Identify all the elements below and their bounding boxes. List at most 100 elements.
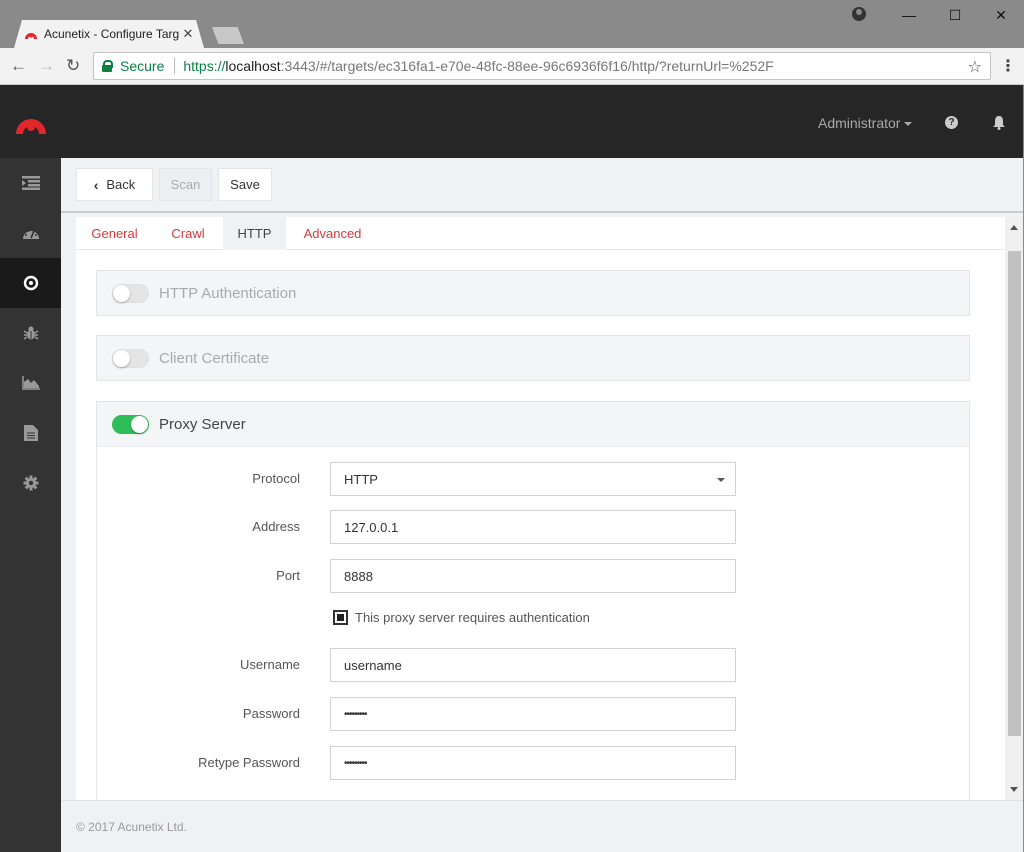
http-authentication-toggle[interactable] [112,283,149,303]
document-icon [23,425,38,441]
requires-auth-checkbox[interactable] [333,610,348,625]
browser-menu-icon[interactable]: ⋮ [1000,56,1016,76]
tab-crawl[interactable]: Crawl [153,217,223,250]
scroll-up-arrow-icon[interactable] [1010,225,1018,230]
url-path: :3443/#/targets/ec316fa1-e70e-48fc-88ee-… [280,58,774,74]
address-row: Address 127.0.0.1 [97,510,971,544]
gear-icon [23,475,38,491]
tab-close-icon[interactable]: ✕ [180,26,196,42]
bookmark-star-icon[interactable]: ☆ [968,57,982,77]
save-button[interactable]: Save [218,168,272,201]
browser-tab[interactable]: Acunetix - Configure Targ ✕ [14,20,204,48]
retype-password-label: Retype Password [198,755,300,770]
window-controls: — ☐ ✕ [886,0,1024,30]
content-card: General Crawl HTTP Advanced HTTP Authent… [76,217,1005,800]
sidebar-item-settings[interactable] [0,458,61,508]
port-label: Port [276,568,300,583]
back-label: Back [106,177,136,192]
user-name: Administrator [818,115,901,131]
client-certificate-panel: Client Certificate [96,335,970,381]
http-authentication-title: HTTP Authentication [159,284,297,302]
proxy-server-panel: Proxy Server Protocol HTTP Address 127.0… [96,401,970,800]
port-row: Port 8888 [97,559,971,593]
bell-icon[interactable] [992,115,1006,130]
caret-down-icon [904,122,913,127]
tab-title: Acunetix - Configure Targ [44,27,180,41]
new-tab-button[interactable] [212,27,244,44]
sidebar-item-vulnerabilities[interactable] [0,308,61,358]
acunetix-favicon [24,27,38,41]
client-certificate-header: Client Certificate [97,336,969,380]
sidebar [0,158,61,852]
username-row: Username username [97,648,971,682]
retype-password-row: Retype Password ••••••••• [97,746,971,780]
page-footer: © 2017 Acunetix Ltd. [61,800,1023,852]
url-scheme: https:// [183,58,226,74]
browser-toolbar: ← → ↻ Secure https:// localhost :3443/#/… [0,48,1024,85]
minimize-button[interactable]: — [886,7,932,23]
url-host: localhost [225,58,281,74]
acunetix-logo[interactable] [14,108,48,136]
requires-auth-row: This proxy server requires authenticatio… [333,610,590,625]
reload-icon[interactable]: ↻ [66,56,80,76]
password-row: Password ••••••••• [97,697,971,731]
requires-auth-label[interactable]: This proxy server requires authenticatio… [355,610,590,625]
sidebar-item-reports[interactable] [0,408,61,458]
acunetix-app: Administrator ? ‹ Back Scan Save General… [0,85,1023,852]
port-input[interactable]: 8888 [330,559,736,593]
password-label: Password [242,706,300,721]
tab-advanced[interactable]: Advanced [286,217,379,250]
username-input[interactable]: username [330,648,736,682]
address-label: Address [252,519,300,534]
sidebar-item-dashboard[interactable] [0,208,61,258]
back-button[interactable]: ‹ Back [76,168,153,201]
username-label: Username [240,657,300,672]
retype-password-input[interactable]: ••••••••• [330,746,736,780]
back-arrow-icon[interactable]: ← [10,56,27,76]
config-tabs: General Crawl HTTP Advanced [76,217,1005,250]
protocol-select[interactable]: HTTP [330,462,736,496]
client-certificate-title: Client Certificate [159,349,270,367]
proxy-server-toggle[interactable] [112,414,149,434]
profile-icon[interactable] [852,7,866,21]
copyright-text: © 2017 Acunetix Ltd. [76,820,187,834]
close-window-button[interactable]: ✕ [978,7,1024,24]
protocol-label: Protocol [252,471,300,486]
scroll-down-arrow-icon[interactable] [1010,787,1018,792]
maximize-button[interactable]: ☐ [932,7,978,24]
sidebar-item-menu[interactable] [0,158,61,208]
sidebar-item-targets[interactable] [0,258,61,308]
http-authentication-header: HTTP Authentication [97,271,969,315]
caret-down-icon [717,478,725,482]
area-chart-icon [21,376,40,390]
dashboard-icon [22,230,39,239]
tab-general[interactable]: General [76,217,153,250]
browser-titlebar: Acunetix - Configure Targ ✕ — ☐ ✕ [0,0,1024,48]
forward-arrow-icon[interactable]: → [38,56,55,76]
lock-icon [102,60,113,72]
proxy-server-title: Proxy Server [159,415,246,433]
http-authentication-panel: HTTP Authentication [96,270,970,316]
protocol-row: Protocol HTTP [97,462,971,496]
scroll-thumb[interactable] [1008,251,1021,736]
address-input[interactable]: 127.0.0.1 [330,510,736,544]
proxy-server-header: Proxy Server [97,402,969,446]
password-input[interactable]: ••••••••• [330,697,736,731]
target-icon [23,275,38,291]
content-scrollbar[interactable] [1005,217,1023,800]
address-bar[interactable]: Secure https:// localhost :3443/#/target… [93,52,991,80]
sidebar-item-scans[interactable] [0,358,61,408]
scan-button[interactable]: Scan [159,168,212,201]
list-indent-icon [21,176,40,190]
secure-label: Secure [120,58,176,74]
action-bar: ‹ Back Scan Save [61,158,1023,213]
user-menu[interactable]: Administrator [818,115,913,131]
tab-http[interactable]: HTTP [223,217,286,250]
bug-icon [23,326,38,340]
app-header: Administrator ? [0,85,1023,158]
main-area: ‹ Back Scan Save General Crawl HTTP Adva… [61,158,1023,852]
client-certificate-toggle[interactable] [112,348,149,368]
help-icon[interactable]: ? [945,116,958,129]
chevron-left-icon: ‹ [93,176,99,193]
protocol-value: HTTP [344,471,378,487]
